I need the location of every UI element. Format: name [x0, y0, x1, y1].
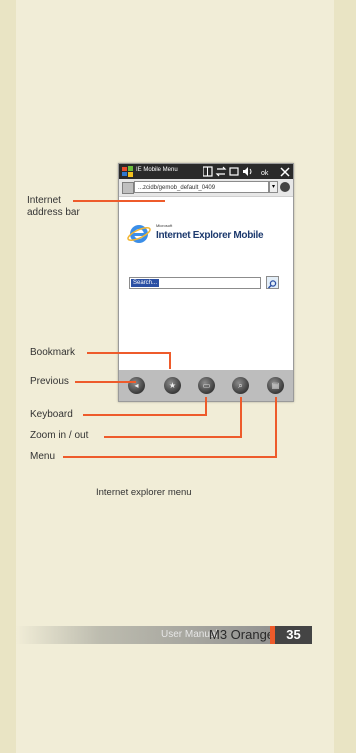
model-name: M3 Orange — [209, 627, 275, 642]
brand-title: Internet Explorer Mobile — [156, 230, 264, 241]
previous-icon[interactable]: ◂ — [128, 377, 145, 394]
page-number: 35 — [275, 626, 312, 644]
callout-line-zoom — [104, 436, 242, 438]
label-previous: Previous — [30, 376, 69, 387]
ie-logo-icon — [127, 225, 151, 243]
callout-line-menu — [63, 456, 277, 458]
zoom-icon[interactable]: ⌕ — [232, 377, 249, 394]
chevron-down-icon[interactable]: ▾ — [269, 181, 278, 193]
callout-vline-keyboard — [205, 397, 207, 416]
callout-line-previous — [75, 381, 136, 383]
menu-icon[interactable]: ▤ — [267, 377, 284, 394]
callout-vline-menu — [275, 397, 277, 458]
label-address-bar-2: address bar — [27, 207, 80, 218]
label-menu: Menu — [30, 451, 56, 462]
label-bookmark: Bookmark — [30, 347, 76, 358]
address-row: ...zcidb/gemob_default_0409 ▾ — [119, 179, 293, 197]
page-icon[interactable] — [122, 182, 134, 194]
label-zoom: Zoom in / out — [30, 430, 89, 441]
search-go-icon[interactable] — [266, 276, 279, 289]
svg-text:ok: ok — [261, 170, 269, 177]
phone-screenshot: IE Mobile Menu ok ...zcidb/gemob_default… — [118, 163, 294, 402]
callout-vline-bookmark — [169, 352, 171, 369]
callout-line-bookmark — [87, 352, 171, 354]
status-icons: ok — [203, 166, 290, 177]
phone-title: IE Mobile Menu — [136, 167, 178, 173]
callout-vline-zoom — [240, 397, 242, 438]
search-input[interactable]: Search... — [129, 277, 261, 289]
windows-logo-icon — [122, 166, 133, 177]
brand-microsoft: Microsoft — [156, 223, 173, 228]
label-keyboard: Keyboard — [30, 409, 73, 420]
label-address-bar-1: Internet — [27, 195, 61, 206]
callout-line-keyboard — [83, 414, 207, 416]
address-field[interactable]: ...zcidb/gemob_default_0409 — [134, 181, 269, 193]
search-text: Search... — [131, 279, 160, 287]
page-footer: User Manual M3 Orange 35 — [16, 626, 312, 644]
callout-line-address — [73, 200, 165, 202]
keyboard-icon[interactable]: ▭ — [198, 377, 215, 394]
phone-title-bar: IE Mobile Menu ok — [119, 164, 293, 179]
figure-caption: Internet explorer menu — [96, 487, 192, 498]
go-icon[interactable] — [280, 182, 290, 192]
bookmark-icon[interactable]: ★ — [164, 377, 181, 394]
